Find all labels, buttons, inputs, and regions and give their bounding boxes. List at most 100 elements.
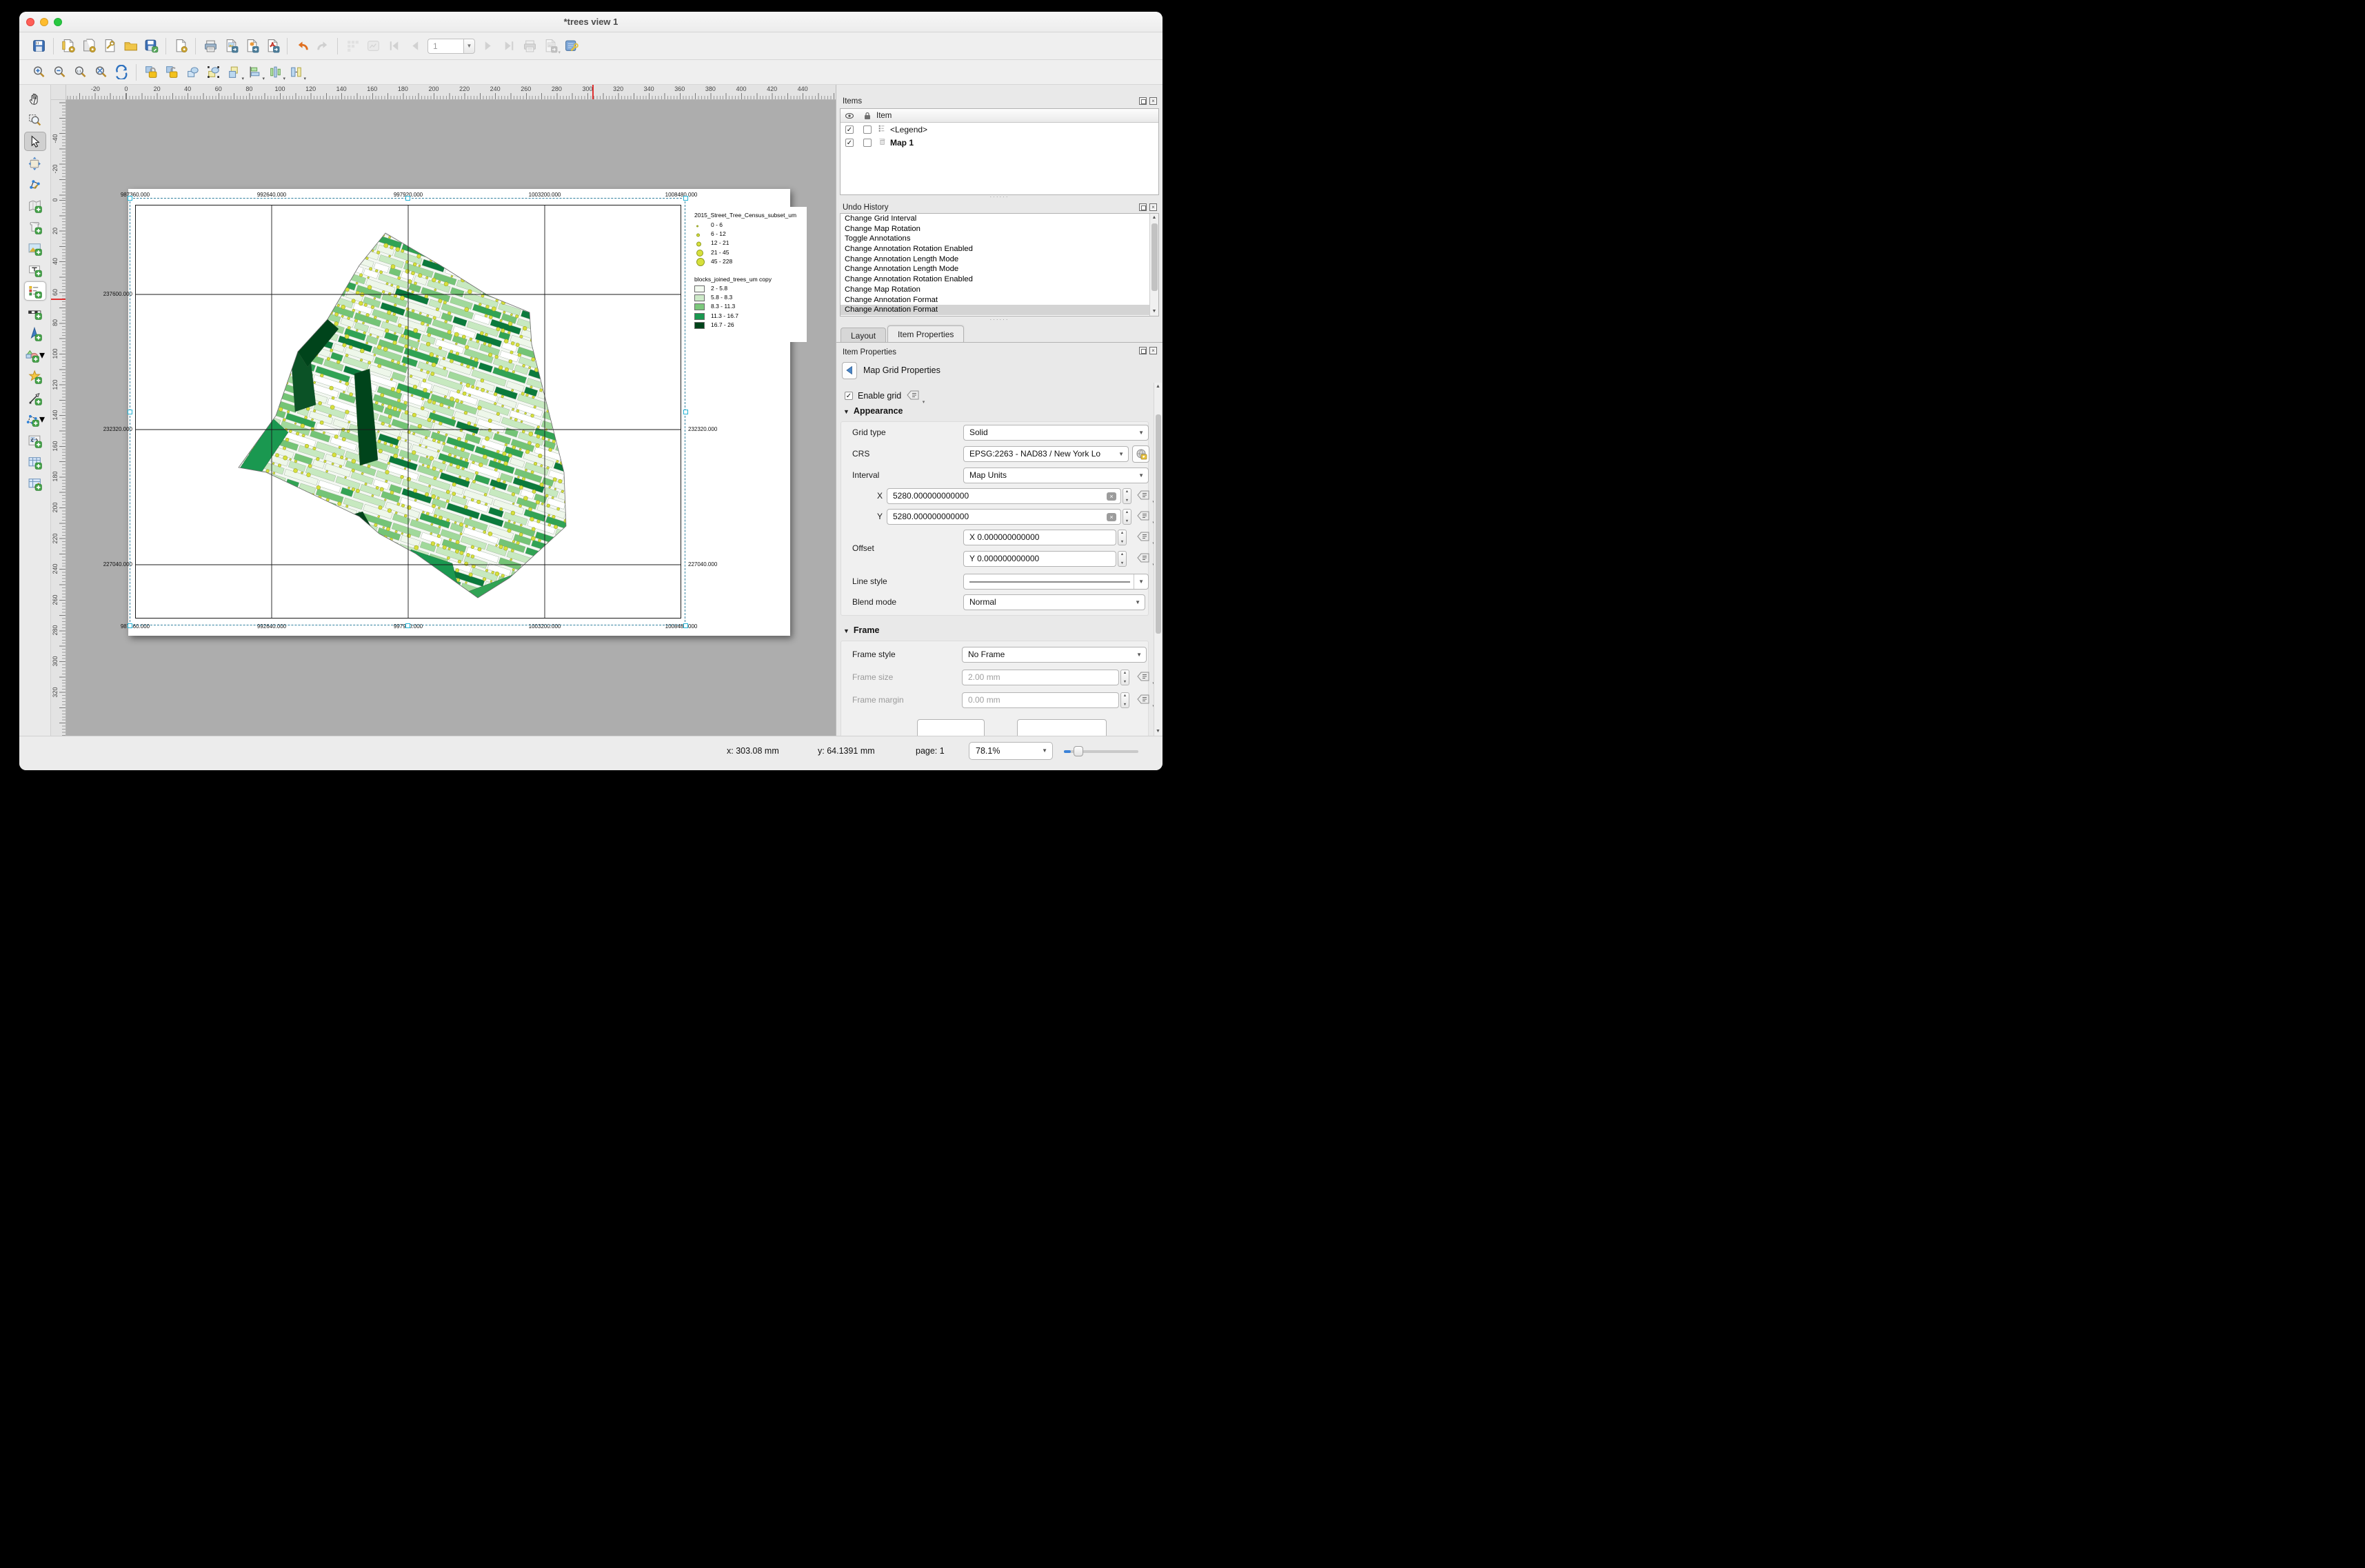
unlock-all-items-button[interactable]	[162, 63, 181, 82]
scroll-up-icon[interactable]: ▲	[1150, 214, 1158, 222]
enable-grid-checkbox[interactable]: ✓	[845, 392, 853, 400]
new-layout-button[interactable]	[59, 37, 78, 56]
zoom-slider-handle[interactable]	[1074, 746, 1083, 756]
crs-picker-button[interactable]	[1132, 445, 1149, 463]
zoom-slider[interactable]	[1064, 750, 1138, 753]
atlas-settings-button[interactable]	[561, 37, 581, 56]
float-panel-icon[interactable]	[1139, 97, 1147, 105]
add-arrow-tool[interactable]	[24, 388, 46, 408]
item-lock-checkbox[interactable]	[863, 125, 872, 134]
move-item-content-tool[interactable]	[24, 153, 46, 172]
interval-x-field[interactable]: 5280.000000000000×	[887, 488, 1121, 504]
data-defined-override-icon[interactable]	[1136, 670, 1151, 684]
undo-scrollbar[interactable]: ▲ ▼	[1149, 214, 1158, 316]
selection-handle[interactable]	[683, 196, 688, 201]
selection-handle[interactable]	[128, 623, 132, 628]
undo-button[interactable]	[292, 37, 312, 56]
add-north-arrow-tool[interactable]	[24, 324, 46, 343]
properties-scrollbar[interactable]: ▲ ▼	[1154, 383, 1162, 736]
save-project-button[interactable]	[29, 37, 48, 56]
tab-layout[interactable]: Layout	[841, 328, 886, 343]
align-items-button[interactable]: ▾	[245, 63, 264, 82]
scroll-down-icon[interactable]: ▼	[1154, 727, 1162, 736]
zoom-actual-button[interactable]: 1:1	[70, 63, 90, 82]
interval-dropdown[interactable]: Map Units▼	[963, 468, 1149, 483]
add-map-tool[interactable]	[24, 196, 46, 215]
scroll-down-icon[interactable]: ▼	[1150, 308, 1158, 316]
distribute-items-button[interactable]: ▾	[265, 63, 285, 82]
clear-field-icon[interactable]: ×	[1107, 513, 1116, 521]
selection-handle[interactable]	[405, 196, 410, 201]
undo-history-entry[interactable]: Change Grid Interval	[841, 214, 1149, 224]
selection-handle[interactable]	[128, 196, 132, 201]
frame-margin-field[interactable]: 0.00 mm	[962, 692, 1119, 708]
undo-history-entry[interactable]: Change Map Rotation	[841, 224, 1149, 234]
print-atlas-button[interactable]	[520, 37, 539, 56]
page-number-dropdown-icon[interactable]: ▼	[463, 39, 475, 54]
grid-type-dropdown[interactable]: Solid▼	[963, 425, 1149, 441]
undo-history-entry[interactable]: Change Map Rotation	[841, 285, 1149, 295]
edit-nodes-item-tool[interactable]	[24, 174, 46, 194]
item-visibility-checkbox[interactable]: ✓	[845, 125, 854, 134]
titlebar[interactable]: *trees view 1	[19, 12, 1163, 32]
undo-history-entry[interactable]: Change Annotation Rotation Enabled	[841, 274, 1149, 285]
add-scalebar-tool[interactable]	[24, 303, 46, 322]
add-legend-tool[interactable]	[24, 281, 46, 301]
appearance-section-header[interactable]: ▼Appearance	[843, 406, 903, 419]
add-node-item-tool[interactable]: ▾	[24, 410, 46, 429]
layout-page[interactable]: 987360.000992640.000997920.0001003200.00…	[128, 189, 790, 636]
close-panel-icon[interactable]: ×	[1149, 347, 1157, 354]
add-picture-tool[interactable]	[24, 239, 46, 258]
add-html-tool[interactable]	[24, 431, 46, 450]
add-fixed-table-tool[interactable]	[24, 474, 46, 493]
frame-margin-spinner[interactable]	[1120, 692, 1129, 708]
selection-handle[interactable]	[405, 623, 410, 628]
layout-manager-button[interactable]	[100, 37, 119, 56]
offset-y-spinner[interactable]	[1118, 551, 1127, 567]
export-as-svg-button[interactable]	[242, 37, 261, 56]
undo-history-entry[interactable]: Change Annotation Length Mode	[841, 254, 1149, 265]
ungroup-items-button[interactable]	[203, 63, 223, 82]
save-as-template-button[interactable]	[141, 37, 161, 56]
redo-button[interactable]	[313, 37, 332, 56]
selection-handle[interactable]	[683, 410, 688, 414]
undo-history-entry[interactable]: Change Annotation Format	[841, 295, 1149, 305]
layout-canvas[interactable]: 987360.000992640.000997920.0001003200.00…	[66, 100, 836, 736]
page-number-combo[interactable]: 1▼	[427, 39, 475, 54]
scroll-up-icon[interactable]: ▲	[1154, 383, 1162, 391]
zoom-in-button[interactable]	[29, 63, 48, 82]
back-button[interactable]	[842, 362, 857, 379]
interval-x-spinner[interactable]	[1123, 488, 1131, 504]
frame-size-field[interactable]: 2.00 mm	[962, 670, 1119, 685]
float-panel-icon[interactable]	[1139, 347, 1147, 354]
first-feature-button[interactable]	[384, 37, 403, 56]
duplicate-layout-button[interactable]	[79, 37, 99, 56]
selection-handle[interactable]	[128, 410, 132, 414]
page-number-input[interactable]: 1	[427, 39, 463, 54]
panel-splitter[interactable]: ······	[836, 195, 1163, 201]
legend-item[interactable]: 2015_Street_Tree_Census_subset_um 0 - 66…	[690, 207, 807, 342]
data-defined-override-icon[interactable]	[1136, 530, 1151, 544]
close-panel-icon[interactable]: ×	[1149, 97, 1157, 105]
blend-mode-dropdown[interactable]: Normal▼	[963, 594, 1145, 610]
print-layout-button[interactable]	[201, 37, 220, 56]
panel-splitter[interactable]: ······	[836, 318, 1163, 323]
last-feature-button[interactable]	[499, 37, 519, 56]
zoom-out-button[interactable]	[50, 63, 69, 82]
refresh-view-button[interactable]	[112, 63, 131, 82]
data-defined-override-icon[interactable]	[1136, 510, 1151, 523]
items-list-row[interactable]: ✓<Legend>	[841, 123, 1158, 136]
zoom-tool[interactable]	[24, 110, 46, 130]
export-as-pdf-button[interactable]	[263, 37, 282, 56]
add-attribute-table-tool[interactable]	[24, 452, 46, 472]
offset-y-field[interactable]: Y 0.000000000000	[963, 551, 1116, 567]
data-defined-override-icon[interactable]	[1136, 693, 1151, 707]
item-lock-checkbox[interactable]	[863, 139, 872, 147]
resize-items-button[interactable]: ▾	[286, 63, 305, 82]
frame-style-dropdown[interactable]: No Frame▼	[962, 647, 1147, 663]
next-feature-button[interactable]	[479, 37, 498, 56]
offset-x-field[interactable]: X 0.000000000000	[963, 530, 1116, 545]
add-items-from-template-button[interactable]	[121, 37, 140, 56]
line-style-dropdown[interactable]: ▼	[963, 574, 1149, 590]
previous-feature-button[interactable]	[405, 37, 424, 56]
